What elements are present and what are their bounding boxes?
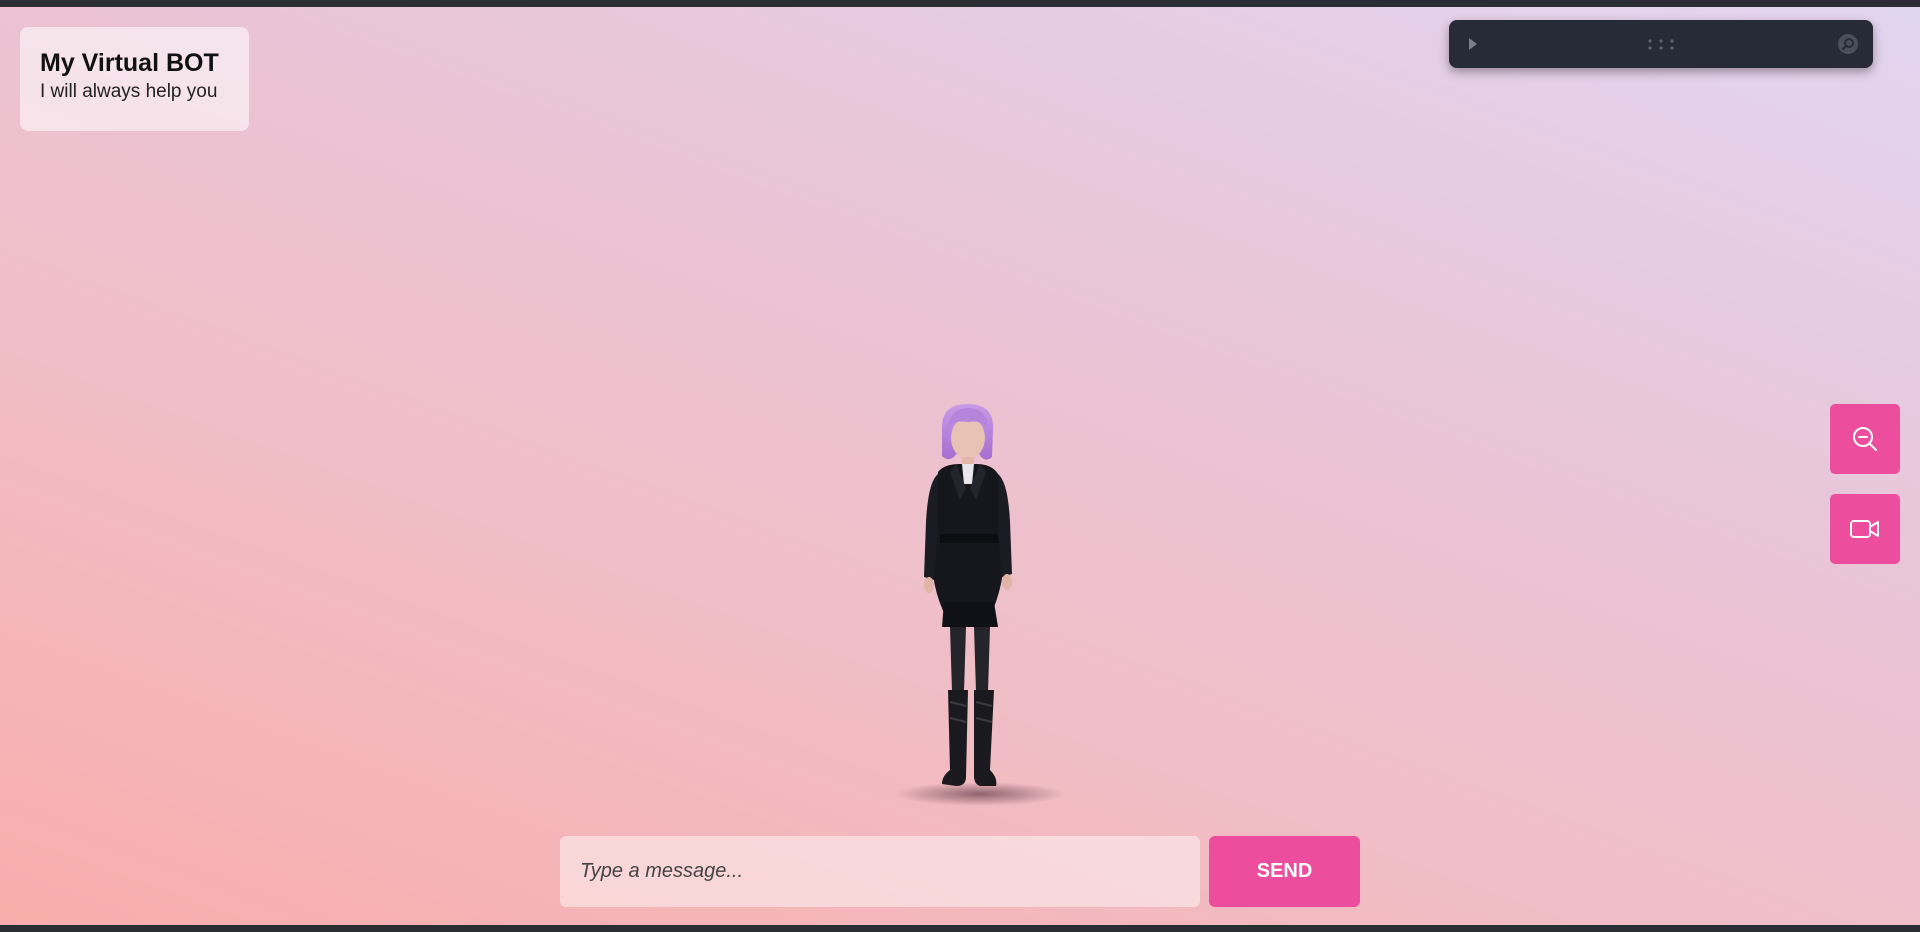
- debug-toolbar[interactable]: [1449, 20, 1873, 68]
- zoom-out-button[interactable]: [1830, 404, 1900, 474]
- scene-viewport[interactable]: My Virtual BOT I will always help you Ty…: [0, 7, 1920, 925]
- message-input[interactable]: [560, 836, 1200, 907]
- camera-button[interactable]: [1830, 494, 1900, 564]
- play-icon[interactable]: [1469, 38, 1477, 50]
- video-camera-icon: [1850, 520, 1879, 538]
- send-button[interactable]: SEND: [1209, 836, 1360, 907]
- avatar-3d-model[interactable]: [880, 402, 1070, 812]
- chat-bar: SEND: [560, 836, 1360, 907]
- zoom-out-icon: [1853, 427, 1877, 451]
- search-icon[interactable]: [1837, 33, 1859, 55]
- title-card: My Virtual BOT I will always help you: [20, 27, 249, 131]
- drag-handle-icon[interactable]: [1647, 38, 1675, 50]
- app-subtitle: I will always help you: [40, 81, 218, 102]
- app-title: My Virtual BOT: [40, 49, 219, 77]
